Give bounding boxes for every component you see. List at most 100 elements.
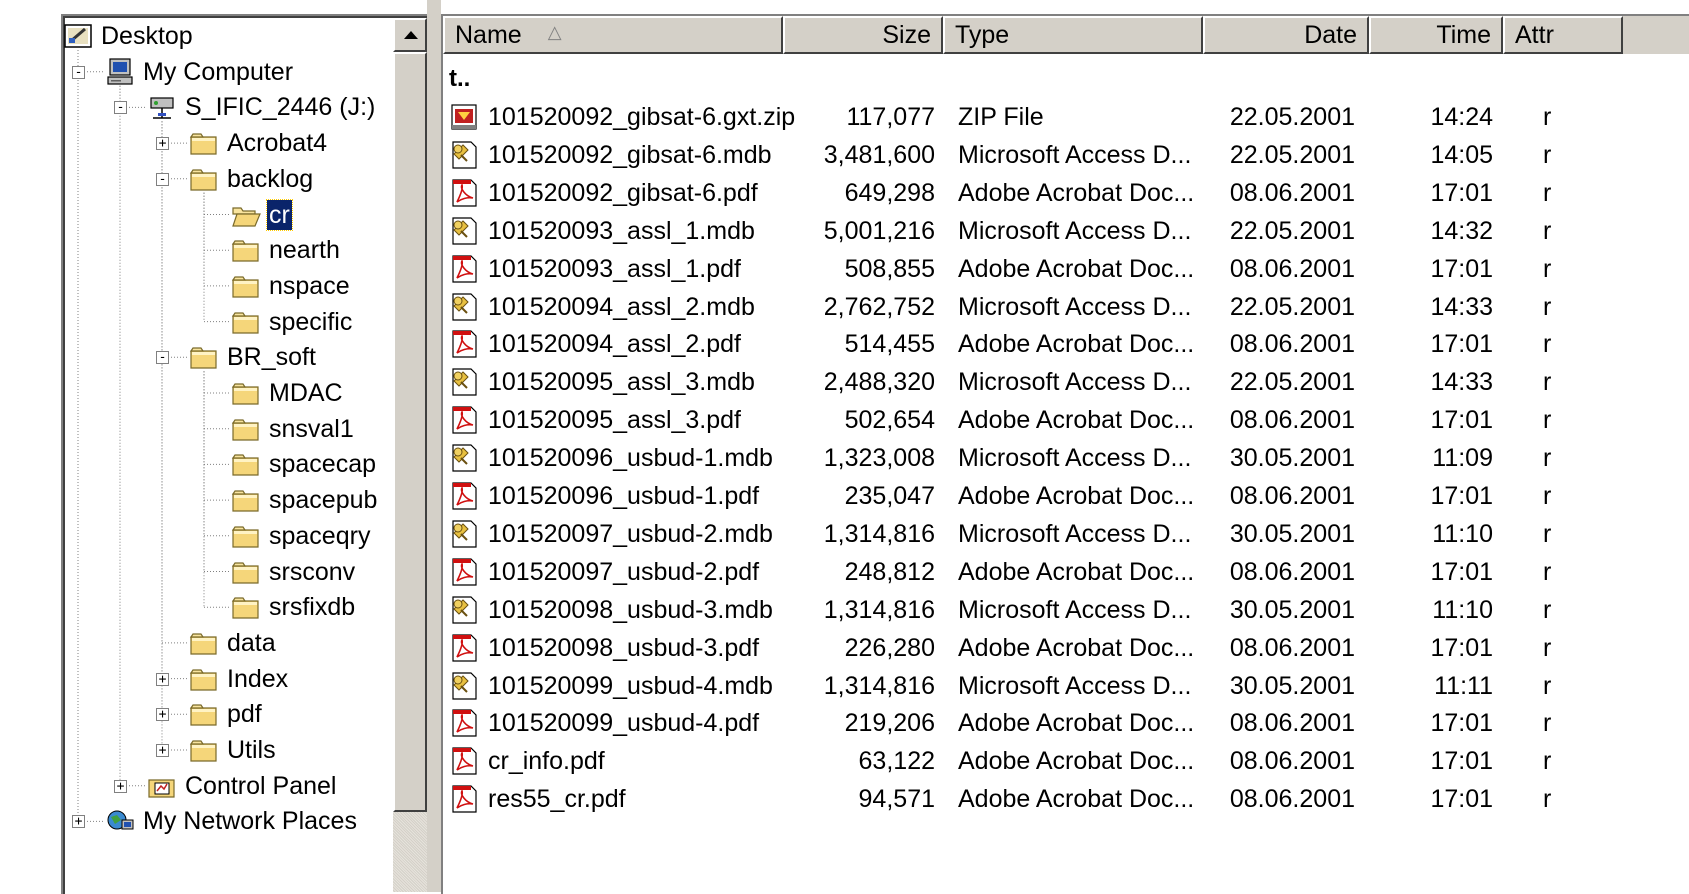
pane-splitter[interactable] <box>427 0 441 892</box>
file-size: 1,314,816 <box>823 595 935 624</box>
collapse-icon[interactable]: - <box>156 351 169 365</box>
file-row[interactable]: 101520095_assl_3.pdf 502,654 Adobe Acrobat… <box>443 401 1689 439</box>
file-row[interactable]: 101520092_gibsat-6.pdf 649,298 Adobe Acrob… <box>443 174 1689 212</box>
column-header-attr[interactable]: Attr <box>1503 16 1623 54</box>
file-row[interactable]: 101520092_gibsat-6.gxt.zip 117,077 ZIP Fil… <box>443 98 1689 136</box>
file-row[interactable]: 101520095_assl_3.mdb 2,488,320 Microsoft A… <box>443 363 1689 401</box>
tree-item-label: srsfixdb <box>269 593 356 622</box>
tree-item-cr[interactable]: cr <box>231 197 293 233</box>
file-row[interactable]: res55_cr.pdf 94,571 Adobe Acrobat Doc... 08… <box>443 780 1689 818</box>
expand-icon[interactable]: + <box>156 708 169 722</box>
tree-item-srsconv[interactable]: srsconv <box>231 554 357 590</box>
file-row[interactable]: 101520096_usbud-1.pdf 235,047 Adobe Acroba… <box>443 477 1689 515</box>
file-attributes: r <box>1543 292 1552 321</box>
file-type: Adobe Acrobat Doc... <box>958 785 1195 814</box>
tree-item-label: Desktop <box>101 22 193 50</box>
computer-icon <box>105 57 135 87</box>
file-type: Adobe Acrobat Doc... <box>958 709 1195 738</box>
tree-item-backlog[interactable]: backlog <box>189 161 315 197</box>
column-header-type[interactable]: Type <box>943 16 1203 54</box>
file-date: 22.05.2001 <box>1229 292 1355 321</box>
file-date: 08.06.2001 <box>1229 330 1355 359</box>
file-type: Adobe Acrobat Doc... <box>958 406 1195 435</box>
file-row[interactable]: 101520094_assl_2.mdb 2,762,752 Microsoft A… <box>443 288 1689 326</box>
tree-item-nspace[interactable]: nspace <box>231 268 352 304</box>
file-row[interactable]: 101520098_usbud-3.pdf 226,280 Adobe Acroba… <box>443 629 1689 667</box>
file-date: 08.06.2001 <box>1229 482 1355 510</box>
file-row[interactable]: 101520092_gibsat-6.mdb 3,481,600 Microsoft… <box>443 136 1689 174</box>
tree-item-s-ific-2446-j[interactable]: S_IFIC_2446 (J:) <box>147 89 377 125</box>
folder-icon <box>189 164 219 194</box>
expand-icon[interactable]: + <box>156 672 169 686</box>
file-attributes: r <box>1543 595 1552 624</box>
tree-item-my-computer[interactable]: My Computer <box>105 54 295 90</box>
tree-item-specific[interactable]: specific <box>231 304 354 340</box>
file-time: 17:01 <box>1430 178 1493 207</box>
file-row[interactable]: 101520099_usbud-4.mdb 1,314,816 Microsoft … <box>443 667 1689 705</box>
file-row[interactable]: 101520097_usbud-2.mdb 1,314,816 Microsoft … <box>443 515 1689 553</box>
tree-vertical-scrollbar[interactable] <box>393 18 427 892</box>
tree-item-spacecap[interactable]: spacecap <box>231 446 378 482</box>
column-header-size[interactable]: Size <box>783 16 943 54</box>
tree-item-data[interactable]: data <box>189 625 278 661</box>
tree-item-my-network-places[interactable]: My Network Places <box>105 803 359 839</box>
collapse-icon[interactable]: - <box>156 172 169 186</box>
tree-item-control-panel[interactable]: Control Panel <box>147 768 338 804</box>
tree-item-label: My Network Places <box>143 807 357 836</box>
scrollbar-thumb[interactable] <box>393 52 427 812</box>
file-size: 1,314,816 <box>823 671 935 700</box>
file-attributes: r <box>1543 785 1552 814</box>
file-list[interactable]: Name △ Size Type Date Time Attr t.. 10152… <box>441 14 1689 894</box>
tree-item-desktop[interactable]: Desktop <box>63 18 195 54</box>
tree-item-mdac[interactable]: MDAC <box>231 375 345 411</box>
file-name: 101520093_assl_1.mdb <box>488 216 755 245</box>
tree-item-snsval1[interactable]: snsval1 <box>231 411 356 447</box>
tree-item-br-soft[interactable]: BR_soft <box>189 339 318 375</box>
tree-item-utils[interactable]: Utils <box>189 732 278 768</box>
scroll-up-button[interactable] <box>393 18 427 52</box>
column-header-date[interactable]: Date <box>1203 16 1369 54</box>
file-row[interactable]: 101520093_assl_1.mdb 5,001,216 Microsoft A… <box>443 212 1689 250</box>
file-row[interactable]: cr_info.pdf 63,122 Adobe Acrobat Doc... 08.… <box>443 742 1689 780</box>
tree-item-acrobat4[interactable]: Acrobat4 <box>189 125 329 161</box>
column-header-time[interactable]: Time <box>1369 16 1503 54</box>
tree-item-srsfixdb[interactable]: srsfixdb <box>231 589 357 625</box>
file-attributes: r <box>1543 519 1552 548</box>
collapse-icon[interactable]: - <box>114 101 127 115</box>
file-size: 2,488,320 <box>823 368 935 397</box>
file-date: 08.06.2001 <box>1229 747 1355 776</box>
file-row[interactable]: 101520098_usbud-3.mdb 1,314,816 Microsoft … <box>443 591 1689 629</box>
access-db-icon <box>449 595 479 633</box>
file-time: 14:33 <box>1430 292 1493 321</box>
expand-icon[interactable]: + <box>156 744 169 757</box>
folder-icon <box>231 235 261 265</box>
file-date: 22.05.2001 <box>1229 216 1355 245</box>
column-header-name[interactable]: Name △ <box>443 16 783 54</box>
parent-directory-row[interactable]: t.. <box>443 60 1689 98</box>
file-date: 30.05.2001 <box>1229 595 1355 624</box>
file-row[interactable]: 101520096_usbud-1.mdb 1,323,008 Microsoft … <box>443 439 1689 477</box>
tree-item-spacepub[interactable]: spacepub <box>231 482 379 518</box>
file-row[interactable]: 101520094_assl_2.pdf 514,455 Adobe Acrobat… <box>443 325 1689 363</box>
access-db-icon <box>449 216 479 254</box>
file-size: 2,762,752 <box>823 292 935 321</box>
file-time: 17:01 <box>1430 406 1493 435</box>
expand-icon[interactable]: + <box>114 779 127 793</box>
tree-item-index[interactable]: Index <box>189 661 290 697</box>
tree-item-pdf[interactable]: pdf <box>189 696 264 732</box>
file-row[interactable]: 101520099_usbud-4.pdf 219,206 Adobe Acroba… <box>443 704 1689 742</box>
tree-item-spaceqry[interactable]: spaceqry <box>231 518 372 554</box>
network-drive-icon <box>147 92 177 122</box>
file-date: 22.05.2001 <box>1229 368 1355 397</box>
expand-icon[interactable]: + <box>156 137 169 151</box>
file-size: 1,323,008 <box>823 444 935 473</box>
collapse-icon[interactable]: - <box>72 65 85 79</box>
tree-item-nearth[interactable]: nearth <box>231 232 342 268</box>
file-row[interactable]: 101520097_usbud-2.pdf 248,812 Adobe Acroba… <box>443 553 1689 591</box>
access-db-icon <box>449 140 479 178</box>
expand-icon[interactable]: + <box>72 815 85 829</box>
file-attributes: r <box>1543 406 1552 435</box>
pdf-icon <box>449 254 479 292</box>
file-row[interactable]: 101520093_assl_1.pdf 508,855 Adobe Acrobat… <box>443 250 1689 288</box>
file-name: 101520094_assl_2.mdb <box>488 292 755 321</box>
